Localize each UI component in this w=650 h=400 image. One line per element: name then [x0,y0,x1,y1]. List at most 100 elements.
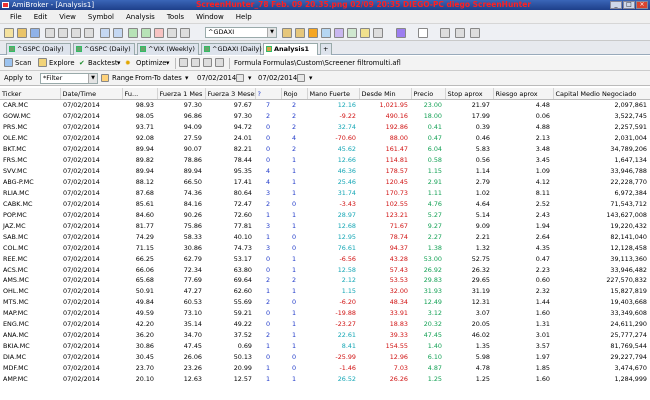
scan-button[interactable]: Scan [15,59,32,67]
menu-tools[interactable]: Tools [161,13,190,21]
menu-file[interactable]: File [4,13,28,21]
chevron-down-icon[interactable]: ▼ [267,28,276,37]
chevron-down-icon[interactable]: ▾ [248,74,251,82]
table-row[interactable]: CABK.MC 07/02/2014 85.61 84.16 72.47 2 0 -3.43 1… [0,198,650,209]
column-header-fuerza-1-mes[interactable]: Fuerza 1 Mes [157,88,206,100]
print-icon[interactable] [45,28,55,38]
column-header-mano-fuerte[interactable]: Mano Fuerte [307,88,360,100]
settings-icon[interactable] [191,58,200,67]
column-header-precio[interactable]: Precio [411,88,446,100]
copy-icon[interactable] [71,28,81,38]
table-row[interactable]: OHL.MC 07/02/2014 50.91 47.27 62.60 1 1 1.15 32.… [0,286,650,297]
star-icon[interactable] [360,28,370,38]
table-row[interactable]: SVV.MC 07/02/2014 89.94 89.94 95.35 4 1 46.36 17… [0,166,650,177]
prev-symbol-icon[interactable] [282,28,292,38]
table-row[interactable]: CAR.MC 07/02/2014 98.93 97.30 97.67 7 2 12.16 1,… [0,100,650,111]
table-row[interactable]: FRS.MC 07/02/2014 89.82 78.86 78.44 0 1 12.66 11… [0,155,650,166]
bookmark-icon[interactable] [308,28,318,38]
redo-icon[interactable] [113,28,123,38]
table-row[interactable]: RLIA.MC 07/02/2014 87.68 74.36 80.64 3 1 31.74 1… [0,188,650,199]
refresh-icon[interactable] [470,28,480,38]
tab-vix-weekly[interactable]: ^VIX (Weekly) [137,43,199,55]
maximize-icon[interactable]: □ [623,1,635,9]
table-row[interactable]: MAP.MC 07/02/2014 49.59 73.10 59.21 0 1 -19.88 3… [0,308,650,319]
column-header-fuerza[interactable]: Fu... [122,88,158,100]
chevron-down-icon[interactable]: ▾ [166,59,169,67]
tab-gspc-daily-2[interactable]: ^GSPC (Daily) [73,43,135,55]
table-row[interactable]: ENG.MC 07/02/2014 42.20 35.14 49.22 0 1 -23.27 1… [0,319,650,330]
symbol-select[interactable]: ^GDAXI ▼ [205,27,277,38]
paste-icon[interactable] [84,28,94,38]
table-row[interactable]: SAB.MC 07/02/2014 74.29 58.33 40.10 1 0 12.95 78… [0,231,650,242]
column-header-stop[interactable]: Stop aprox [445,88,494,100]
chevron-down-icon[interactable]: ▾ [309,74,312,82]
table-row[interactable]: POP.MC 07/02/2014 84.60 90.26 72.60 1 1 28.97 12… [0,209,650,220]
table-row[interactable]: AMS.MC 07/02/2014 65.68 77.69 69.64 2 2 2.12 53.… [0,275,650,286]
table-row[interactable]: PRS.MC 07/02/2014 93.71 94.09 94.72 0 2 32.74 19… [0,122,650,133]
text-tool-icon[interactable] [440,28,450,38]
info-icon[interactable] [215,58,224,67]
pencil-icon[interactable] [396,28,406,38]
column-header-rojo[interactable]: Rojo [281,88,308,100]
column-header-capital[interactable]: Capital Medio Negociado [553,88,650,100]
formula-path[interactable]: Formulas\Custom\Screener filtromulti.afl [263,59,401,67]
from-date-field[interactable]: 07/02/2014 [197,74,236,82]
open-icon[interactable] [17,28,27,38]
report-icon[interactable] [179,58,188,67]
chart-icon[interactable] [128,28,138,38]
range-select[interactable]: From-To dates [135,74,182,82]
table-row[interactable]: MTS.MC 07/02/2014 49.84 60.53 55.69 2 0 -6.20 48… [0,297,650,308]
table-row[interactable]: AMP.MC 07/02/2014 20.10 12.63 12.57 1 1 26.52 26… [0,373,650,384]
new-icon[interactable] [4,28,14,38]
table-row[interactable]: REE.MC 07/02/2014 66.25 62.79 53.17 0 1 -6.56 43… [0,253,650,264]
table-row[interactable]: DIA.MC 07/02/2014 30.45 26.06 50.13 0 0 -25.99 1… [0,352,650,363]
eraser-icon[interactable] [455,28,465,38]
tab-analysis1[interactable]: Analysis1 [263,43,318,55]
column-header-date[interactable]: Date/Time [60,88,123,100]
zoom-in-icon[interactable] [167,28,177,38]
zoom-out-icon[interactable] [180,28,190,38]
bar-chart-icon[interactable] [141,28,151,38]
menu-edit[interactable]: Edit [28,13,54,21]
next-symbol-icon[interactable] [295,28,305,38]
pen-icon[interactable] [418,28,428,38]
indicator-icon[interactable] [334,28,344,38]
column-header-tendencia[interactable]: ? [255,88,282,100]
close-icon[interactable]: × [636,1,648,9]
table-row[interactable]: GOW.MC 07/02/2014 98.05 96.86 97.30 2 2 -9.22 49… [0,111,650,122]
menu-help[interactable]: Help [230,13,258,21]
backtest-button[interactable]: Backtest [88,59,118,67]
table-row[interactable]: BKT.MC 07/02/2014 89.94 90.07 82.21 0 2 45.62 16… [0,144,650,155]
menu-view[interactable]: View [53,13,82,21]
calendar-icon[interactable] [297,74,305,82]
cut-icon[interactable] [58,28,68,38]
calendar-icon[interactable] [236,74,244,82]
menu-window[interactable]: Window [190,13,230,21]
column-header-fuerza-3-meses[interactable]: Fuerza 3 Meses [205,88,256,100]
chevron-down-icon[interactable]: ▼ [88,74,97,83]
new-tab-button[interactable]: + [320,43,332,55]
filter-icon[interactable] [101,74,109,82]
column-header-ticker[interactable]: Ticker [0,88,61,100]
table-row[interactable]: ACS.MC 07/02/2014 66.06 72.34 63.80 0 1 12.58 57… [0,264,650,275]
to-date-field[interactable]: 07/02/2014 [258,74,297,82]
chevron-down-icon[interactable]: ▾ [117,59,120,67]
explore-button[interactable]: Explore [49,59,75,67]
tab-gspc-daily-1[interactable]: ^GSPC (Daily) [6,43,71,55]
table-row[interactable]: BKIA.MC 07/02/2014 30.86 47.45 0.69 1 1 8.41 154… [0,341,650,352]
undo-icon[interactable] [100,28,110,38]
table-row[interactable]: ABG-P.MC 07/02/2014 88.12 66.50 17.41 4 1 25.46… [0,177,650,188]
menu-analysis[interactable]: Analysis [120,13,161,21]
table-row[interactable]: COL.MC 07/02/2014 71.15 30.86 74.73 3 0 76.61 94… [0,242,650,253]
edit-icon[interactable] [203,58,212,67]
table-row[interactable]: OLE.MC 07/02/2014 92.08 27.59 24.01 0 4 -70.60 8… [0,133,650,144]
crosshair-icon[interactable] [373,28,383,38]
table-row[interactable]: ANA.MC 07/02/2014 36.20 34.70 37.52 2 1 22.61 39… [0,330,650,341]
line-chart-icon[interactable] [154,28,164,38]
column-header-riesgo[interactable]: Riesgo aprox [493,88,554,100]
optimize-button[interactable]: Optimize [136,59,166,67]
column-header-desde-min[interactable]: Desde Min [359,88,412,100]
grid-icon[interactable] [347,28,357,38]
chevron-down-icon[interactable]: ▾ [185,74,188,82]
menu-symbol[interactable]: Symbol [82,13,120,21]
